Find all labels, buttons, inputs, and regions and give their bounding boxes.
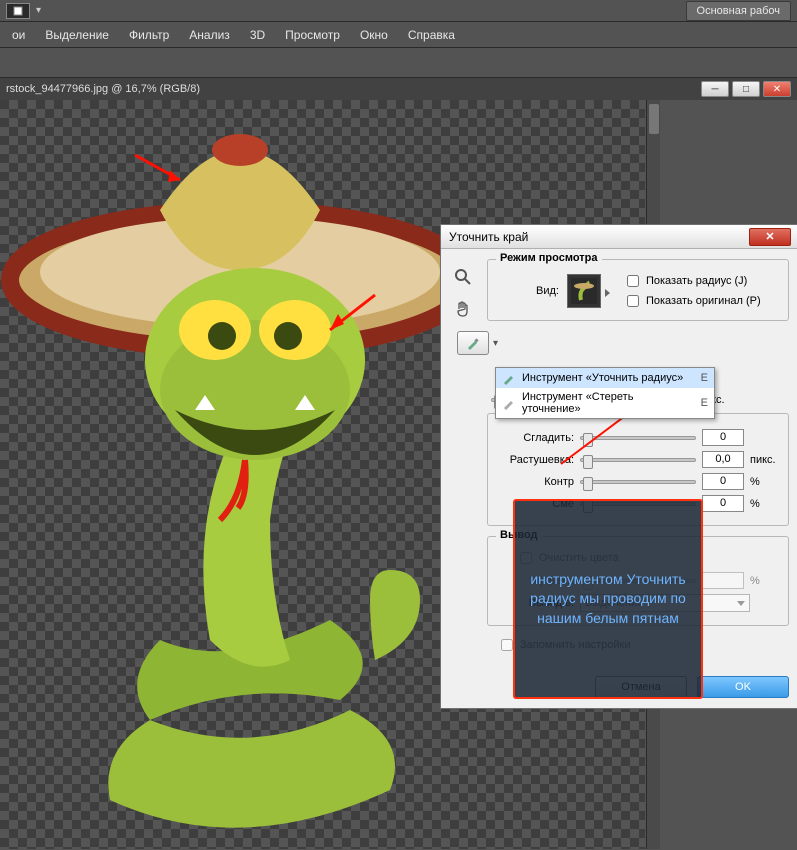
- refine-brush-button[interactable]: [457, 331, 489, 355]
- brush-tool-flyout: Инструмент «Уточнить радиус»E Инструмент…: [495, 367, 715, 419]
- foreground-swatch[interactable]: [6, 3, 30, 19]
- contrast-input[interactable]: 0: [702, 473, 744, 490]
- feather-unit: пикс.: [750, 454, 780, 466]
- shift-unit: %: [750, 498, 780, 510]
- smooth-label: Сгладить:: [496, 432, 574, 444]
- canvas-image: [0, 100, 490, 850]
- smooth-slider[interactable]: [580, 436, 696, 440]
- shift-input[interactable]: 0: [702, 495, 744, 512]
- smooth-input[interactable]: 0: [702, 429, 744, 446]
- menu-item[interactable]: Фильтр: [121, 24, 177, 46]
- ok-button[interactable]: OK: [697, 676, 789, 698]
- contrast-unit: %: [750, 476, 780, 488]
- menu-item[interactable]: ои: [4, 24, 33, 46]
- options-bar: [0, 48, 797, 78]
- hand-tool-icon[interactable]: [453, 299, 473, 319]
- erase-refinements-tool-item[interactable]: Инструмент «Стереть уточнение»E: [496, 388, 714, 418]
- effect-input: [702, 572, 744, 589]
- feather-slider[interactable]: [580, 458, 696, 462]
- contrast-label: Контр: [496, 476, 574, 488]
- menu-item[interactable]: 3D: [242, 24, 273, 46]
- menu-item[interactable]: Выделение: [37, 24, 117, 46]
- view-mode-legend: Режим просмотра: [496, 252, 602, 264]
- show-original-checkbox[interactable]: Показать оригинал (P): [623, 292, 761, 310]
- feather-input[interactable]: 0,0: [702, 451, 744, 468]
- menu-item[interactable]: Анализ: [181, 24, 238, 46]
- annotation-box: инструментом Уточнить радиус мы проводим…: [513, 499, 703, 699]
- menu-item[interactable]: Просмотр: [277, 24, 348, 46]
- main-menu: ои Выделение Фильтр Анализ 3D Просмотр О…: [0, 22, 797, 48]
- dialog-title: Уточнить край: [449, 230, 749, 244]
- minimize-button[interactable]: ─: [701, 81, 729, 97]
- swatch-arrow-icon: ▾: [36, 5, 41, 16]
- document-title: rstock_94477966.jpg @ 16,7% (RGB/8): [6, 83, 701, 95]
- view-thumbnail-dropdown[interactable]: [567, 274, 601, 308]
- feather-label: Растушевка:: [496, 454, 574, 466]
- dialog-close-button[interactable]: ✕: [749, 228, 791, 246]
- menu-item[interactable]: Справка: [400, 24, 463, 46]
- workspace-button[interactable]: Основная рабоч: [686, 1, 791, 21]
- close-button[interactable]: ✕: [763, 81, 791, 97]
- refine-radius-tool-item[interactable]: Инструмент «Уточнить радиус»E: [496, 368, 714, 388]
- menu-item[interactable]: Окно: [352, 24, 396, 46]
- contrast-slider[interactable]: [580, 480, 696, 484]
- show-radius-checkbox[interactable]: Показать радиус (J): [623, 272, 761, 290]
- maximize-button[interactable]: □: [732, 81, 760, 97]
- refine-edge-dialog: Уточнить край ✕ Режим просмотра Вид: Пок…: [440, 224, 797, 709]
- zoom-tool-icon[interactable]: [453, 267, 473, 287]
- view-label: Вид:: [536, 285, 559, 297]
